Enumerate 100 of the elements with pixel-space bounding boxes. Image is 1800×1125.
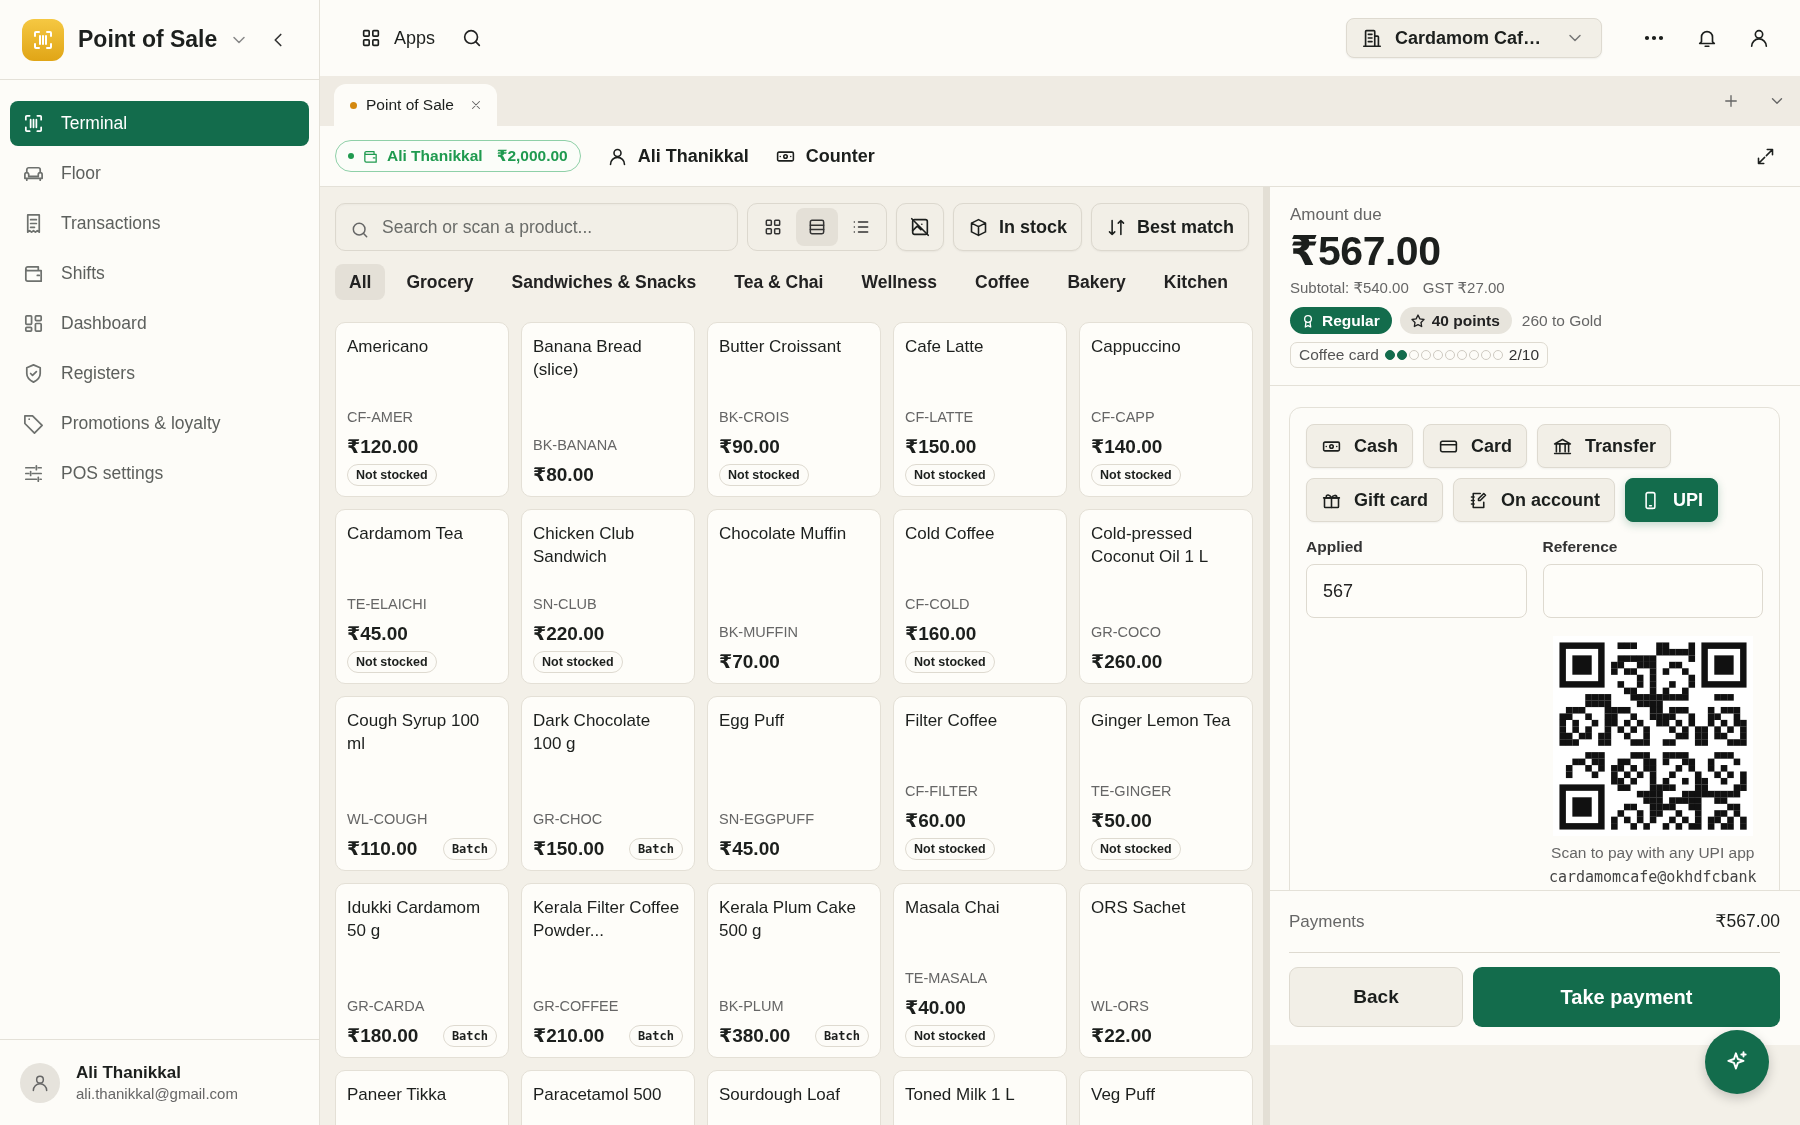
category-tab[interactable]: Tea & Chai [717,264,841,300]
product-sku: BK-MUFFIN [719,624,799,640]
product-card[interactable]: Ginger Lemon Tea TE-GINGER ₹50.00 Not stocked [1079,696,1253,871]
product-card[interactable]: Americano CF-AMER ₹120.00 Not stocked [335,322,509,497]
sidebar-item[interactable]: Terminal [10,101,309,146]
subtotal: Subtotal: ₹540.00 [1290,279,1409,297]
product-price: ₹45.00 [719,837,780,860]
sidebar-item[interactable]: Floor [10,151,309,196]
next-tier-text: 260 to Gold [1521,311,1602,330]
product-card[interactable]: Paracetamol 500 [521,1070,695,1125]
product-card[interactable]: Cough Syrup 100 ml WL-COUGH ₹110.00 Batch [335,696,509,871]
product-card[interactable]: Banana Bread (slice) BK-BANANA ₹80.00 [521,322,695,497]
sidebar-item[interactable]: Shifts [10,251,309,296]
apps-button[interactable]: Apps [352,21,444,55]
user-icon[interactable] [1748,27,1770,49]
payment-method-button[interactable]: Cash [1306,424,1413,468]
product-card[interactable]: Chocolate Muffin BK-MUFFIN ₹70.00 [707,509,881,684]
product-name: Toned Milk 1 L [905,1084,1016,1106]
product-sku: CF-CAPP [1091,409,1156,425]
payment-method-button[interactable]: On account [1453,478,1616,522]
product-card[interactable]: Idukki Cardamom 50 g GR-CARDA ₹180.00 Batch [335,883,509,1058]
product-price: ₹60.00 [905,809,966,832]
category-tab[interactable]: Grocery [389,264,491,300]
filter-button[interactable]: Best match [1090,203,1249,251]
product-card[interactable]: Cardamom Tea TE-ELAICHI ₹45.00 Not stocked [335,509,509,684]
back-button[interactable]: Back [1289,967,1463,1027]
category-tab[interactable]: All [335,264,386,300]
category-tab[interactable]: Kitchen [1146,264,1246,300]
applied-field[interactable]: 567 [1306,564,1527,618]
product-price: ₹210.00 [533,1024,605,1047]
product-price: ₹90.00 [719,435,780,458]
product-card[interactable]: Toned Milk 1 L [893,1070,1067,1125]
stock-badge: Not stocked [905,651,995,673]
stock-badge: Not stocked [719,464,809,486]
category-tab[interactable]: Coffee [958,264,1047,300]
product-price: ₹50.00 [1091,809,1152,832]
product-name: Paneer Tikka [347,1084,448,1106]
batch-tag: Batch [814,1024,869,1047]
product-name: Chocolate Muffin [719,523,848,545]
product-card[interactable]: Egg Puff SN-EGGPUFF ₹45.00 [707,696,881,871]
search-field[interactable]: Search or scan a product... [335,203,738,251]
product-name: Cafe Latte [905,336,985,358]
payment-method-button[interactable]: Card [1423,424,1528,468]
product-card[interactable]: Paneer Tikka [335,1070,509,1125]
tier-badge: Regular [1290,307,1392,334]
cashier-pill[interactable]: Ali Thanikkal ₹2,000.00 [335,140,581,172]
sidebar-item[interactable]: Registers [10,351,309,396]
payment-method-button[interactable]: Gift card [1306,478,1443,522]
product-card[interactable]: Masala Chai TE-MASALA ₹40.00 Not stocked [893,883,1067,1058]
product-name: Filter Coffee [905,710,999,732]
product-card[interactable]: Cold Coffee CF-COLD ₹160.00 Not stocked [893,509,1067,684]
hide-images-button[interactable] [895,203,944,251]
product-card[interactable]: Butter Croissant BK-CROIS ₹90.00 Not stocked [707,322,881,497]
product-name: Paracetamol 500 [533,1084,663,1106]
tab[interactable]: Point of Sale [334,84,497,126]
product-card[interactable]: Filter Coffee CF-FILTER ₹60.00 Not stocked [893,696,1067,871]
store-selector[interactable]: Cardamom Caf… [1345,18,1602,58]
payments-label: Payments [1289,911,1365,932]
product-card[interactable]: Dark Chocolate 100 g GR-CHOC ₹150.00 Batch [521,696,695,871]
product-card[interactable]: Cold-pressed Coconut Oil 1 L GR-COCO ₹260.00 [1079,509,1253,684]
reference-field[interactable] [1542,564,1763,618]
product-sku: TE-MASALA [905,970,989,986]
batch-tag: Batch [442,837,497,860]
sidebar-item[interactable]: Dashboard [10,301,309,346]
product-name: Cardamom Tea [347,523,464,545]
category-tab[interactable]: Wellness [844,264,954,300]
take-payment-button[interactable]: Take payment [1473,967,1780,1027]
stock-badge: Not stocked [1091,464,1181,486]
product-price: ₹140.00 [1091,435,1163,458]
payment-method-button[interactable]: UPI [1625,478,1719,522]
register-button[interactable]: Counter [774,145,875,167]
scanner-icon [22,112,45,135]
product-card[interactable]: Cafe Latte CF-LATTE ₹150.00 Not stocked [893,322,1067,497]
sidebar-item[interactable]: POS settings [10,451,309,496]
payment-method-button[interactable]: Transfer [1537,424,1672,468]
product-card[interactable]: Kerala Filter Coffee Powder... GR-COFFEE ₹210.00 Batch [521,883,695,1058]
stamp-dot [1396,350,1407,360]
product-sku: WL-ORS [1091,998,1150,1014]
rows-view-button[interactable] [795,208,838,246]
product-card[interactable]: Veg Puff [1079,1070,1253,1125]
product-card[interactable]: ORS Sachet WL-ORS ₹22.00 [1079,883,1253,1058]
product-card[interactable]: Kerala Plum Cake 500 g BK-PLUM ₹380.00 Batch [707,883,881,1058]
sidebar-item[interactable]: Transactions [10,201,309,246]
customer-button[interactable]: Ali Thanikkal [606,145,749,167]
product-name: Veg Puff [1091,1084,1156,1106]
category-tab[interactable]: Sandwiches & Snacks [494,264,714,300]
stamp-dot [1384,350,1395,360]
product-price: ₹45.00 [347,622,408,645]
plus-icon[interactable] [1722,92,1740,110]
sidebar-item[interactable]: Promotions & loyalty [10,401,309,446]
product-card[interactable]: Chicken Club Sandwich SN-CLUB ₹220.00 Not stocked [521,509,695,684]
product-name: Cappuccino [1091,336,1182,358]
product-name: Butter Croissant [719,336,842,358]
app-title: Point of Sale [78,26,218,53]
product-card[interactable]: Cappuccino CF-CAPP ₹140.00 Not stocked [1079,322,1253,497]
stock-badge: Not stocked [905,1025,995,1047]
product-card[interactable]: Sourdough Loaf [707,1070,881,1125]
filter-button[interactable]: In stock [952,203,1082,251]
product-name: Kerala Plum Cake 500 g [719,897,857,942]
category-tab[interactable]: Bakery [1050,264,1143,300]
